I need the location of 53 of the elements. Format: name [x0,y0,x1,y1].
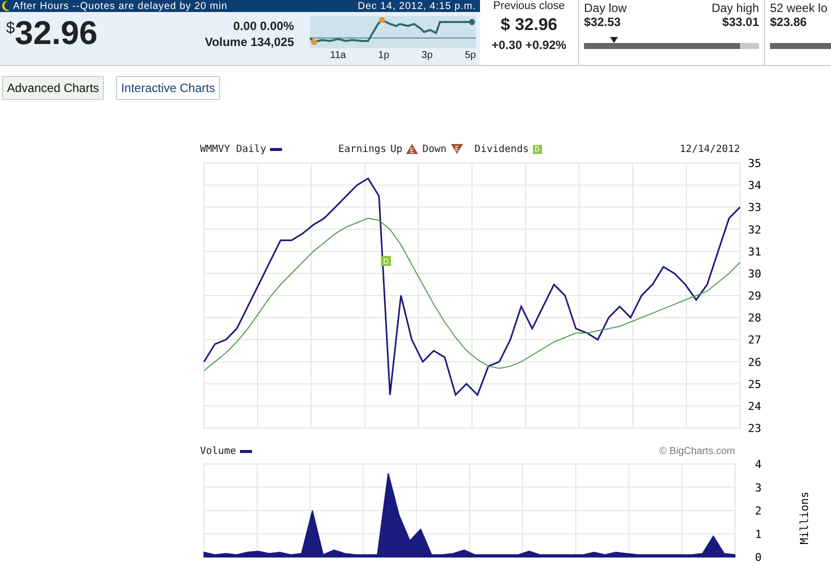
delay-notice: After Hours --Quotes are delayed by 20 min [13,0,228,12]
day-low-label: Day low [584,1,627,15]
axis-tick-label: 0 [755,551,762,564]
time-label: 11a [330,50,346,61]
timestamp: Dec 14, 2012, 4:15 p.m. [358,0,476,12]
axis-tick-label: 28 [748,312,762,325]
chart-date: 12/14/2012 [680,144,740,154]
axis-tick-label: 3 [755,481,762,494]
axis-tick-label: 4 [755,458,762,471]
legend-swatch [240,450,252,452]
symbol-legend: WMMVY Daily [200,144,266,154]
axis-tick-label: 31 [748,245,762,258]
chart-link-button[interactable]: Interactive Charts [116,76,220,100]
previous-close-label: Previous close [493,0,565,12]
volume-text: Volume 134,025 [204,35,294,49]
axis-tick-label: 32 [748,223,762,236]
currency-symbol: $ [6,20,15,38]
volume-legend: Volume [200,446,236,456]
last-price: 32.96 [14,14,98,52]
axis-tick-label: 24 [748,400,762,413]
axis-tick-label: 23 [748,422,762,435]
axis-tick-label: 33 [748,201,762,214]
previous-close-change: +0.30 +0.92% [492,38,566,52]
axis-tick-label: 35 [748,157,762,170]
axis-tick-label: 25 [748,378,762,391]
axis-tick-label: 2 [755,504,762,518]
time-label: 3p [422,50,433,61]
time-label: 1p [378,50,390,61]
axis-tick-label: 29 [748,290,762,302]
price-change: 0.00 0.00% [233,19,294,33]
earnings-legend: Earnings [338,144,386,154]
dividends-legend: Dividends [474,144,529,154]
down-legend: Down [422,144,447,154]
week-52-label: 52 week lo [770,1,826,15]
day-high-label: Day high [712,1,759,15]
axis-tick-label: 27 [748,334,762,347]
time-label: 5p [464,50,476,61]
axis-tick-label: 30 [748,267,762,280]
legend-swatch [270,148,282,150]
credit-text: © BigCharts.com [659,446,735,456]
week-52-value: $23.86 [770,15,808,29]
dividend-badge: D [532,144,542,154]
axis-tick-label: 34 [748,179,762,192]
day-high-value: $33.01 [722,15,759,29]
moon-icon [2,1,10,11]
axis-tick-label: 26 [748,356,762,369]
dividend-marker: D [381,256,391,266]
up-legend: Up [390,144,402,154]
axis-title: Millions [798,492,811,544]
previous-close-value: $ 32.96 [500,15,558,35]
axis-tick-label: 1 [755,528,762,541]
chart-link-button[interactable]: Advanced Charts [2,76,104,100]
day-low-value: $32.53 [584,15,621,29]
